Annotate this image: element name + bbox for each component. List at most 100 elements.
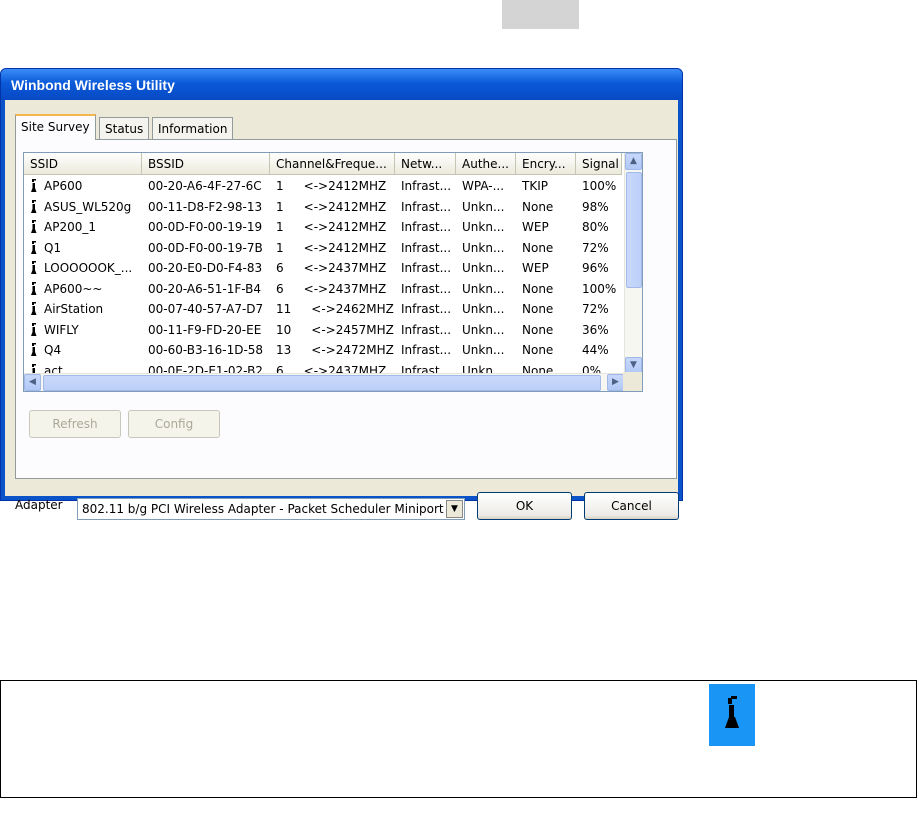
ssid-cell: AP200_1 [24, 220, 142, 234]
bssid-cell: 00-11-D8-F2-98-13 [148, 199, 263, 214]
vertical-scrollbar[interactable]: ▲ ▼ [624, 153, 642, 374]
winbond-utility-window: Winbond Wireless Utility Site Survey Sta… [0, 68, 683, 520]
chevron-down-icon[interactable]: ▼ [446, 500, 463, 518]
channel-value: 1 [276, 199, 284, 214]
scroll-right-button[interactable]: ▶ [607, 374, 624, 391]
title-bar[interactable]: Winbond Wireless Utility [1, 69, 682, 100]
column-header-network[interactable]: Netw... [395, 153, 456, 175]
config-button[interactable]: Config [128, 410, 220, 438]
note-box [0, 680, 917, 798]
encryption-cell: TKIP [522, 179, 548, 194]
list-item[interactable]: AP600 00-20-A6-4F-27-6C 1 <->2412MHZ Infrast… [24, 176, 622, 197]
network-cell: Infrast... [401, 322, 452, 337]
list-item[interactable]: act 00-0E-2D-E1-02-B2 6 <->2437MHZ Infrast..… [24, 361, 622, 374]
encryption-cell: None [522, 199, 554, 214]
channel-value: 13 [276, 343, 292, 358]
ssid-value: Q1 [44, 240, 62, 255]
signal-cell: 80% [582, 220, 609, 235]
access-point-icon [29, 302, 39, 316]
channel-value: 1 [276, 220, 284, 235]
vertical-scroll-thumb[interactable] [626, 172, 642, 288]
list-item[interactable]: ASUS_WL520g 00-11-D8-F2-98-13 1 <->2412MHZ I… [24, 197, 622, 218]
column-header-channel[interactable]: Channel&Freque... [270, 153, 395, 175]
channel-value: 1 [276, 179, 284, 194]
ssid-cell: AP600 [24, 179, 142, 193]
auth-cell: Unkn... [462, 261, 505, 276]
column-header-ssid[interactable]: SSID [24, 153, 142, 175]
list-item[interactable]: WIFLY 00-11-F9-FD-20-EE 10 <->2457MHZ Infras… [24, 320, 622, 341]
bssid-cell: 00-20-A6-51-1F-B4 [148, 281, 262, 296]
bssid-cell: 00-60-B3-16-1D-58 [148, 343, 264, 358]
network-cell: Infrast... [401, 302, 452, 317]
bssid-cell: 00-07-40-57-A7-D7 [148, 302, 264, 317]
list-item[interactable]: AirStation 00-07-40-57-A7-D7 11 <->2462MHZ I… [24, 299, 622, 320]
access-point-icon [29, 343, 39, 357]
frequency-value: <->2412MHZ [303, 240, 387, 255]
signal-cell: 44% [582, 343, 609, 358]
channel-value: 1 [276, 240, 284, 255]
tab-information[interactable]: Information [152, 117, 234, 139]
frequency-value: <->2412MHZ [303, 220, 387, 235]
scroll-left-button[interactable]: ◀ [24, 374, 41, 391]
ssid-value: Q4 [44, 343, 62, 358]
scroll-corner [623, 372, 642, 391]
scroll-up-button[interactable]: ▲ [625, 153, 642, 170]
channel-cell: 1 <->2412MHZ [270, 241, 395, 255]
auth-cell: Unkn... [462, 302, 505, 317]
cancel-button[interactable]: Cancel [584, 492, 679, 520]
encryption-cell: None [522, 302, 554, 317]
window-title: Winbond Wireless Utility [11, 77, 175, 93]
column-header-encryption[interactable]: Encry... [516, 153, 576, 175]
column-header-signal[interactable]: Signal [576, 153, 622, 175]
signal-cell: 72% [582, 240, 609, 255]
list-item[interactable]: AP200_1 00-0D-F0-00-19-19 1 <->2412MHZ Infra… [24, 217, 622, 238]
horizontal-scrollbar[interactable]: ◀ ▶ [24, 373, 624, 391]
adapter-label: Adapter [15, 498, 63, 512]
access-point-icon [29, 240, 39, 255]
list-item[interactable]: LOOOOOOK_... 00-20-E0-D0-F4-83 6 <->2437MHZ… [24, 258, 622, 279]
auth-cell: Unkn... [462, 240, 505, 255]
site-list[interactable]: SSID BSSID Channel&Freque... Netw... Aut… [23, 152, 643, 392]
network-cell: Infrast... [401, 179, 452, 194]
network-cell: Infrast... [401, 261, 452, 276]
frequency-value: <->2437MHZ [303, 281, 387, 296]
ssid-cell: LOOOOOOK_... [24, 261, 142, 275]
refresh-button[interactable]: Refresh [29, 410, 121, 438]
encryption-cell: None [522, 322, 554, 337]
list-item[interactable]: AP600~~ 00-20-A6-51-1F-B4 6 <->2437MHZ Infra… [24, 279, 622, 300]
network-cell: Infrast... [401, 220, 452, 235]
ssid-value: AP200_1 [44, 220, 96, 235]
auth-cell: Unkn... [462, 199, 505, 214]
channel-value: 11 [276, 302, 292, 317]
channel-cell: 6 <->2437MHZ [270, 282, 395, 296]
network-cell: Infrast... [401, 281, 452, 296]
channel-cell: 11 <->2462MHZ [270, 302, 395, 316]
list-item[interactable]: Q1 00-0D-F0-00-19-7B 1 <->2412MHZ Infrast...… [24, 238, 622, 259]
tab-status[interactable]: Status [99, 117, 150, 139]
ok-button[interactable]: OK [477, 492, 572, 520]
network-cell: Infrast... [401, 240, 452, 255]
horizontal-scroll-thumb[interactable] [43, 375, 601, 391]
channel-value: 10 [276, 322, 292, 337]
frequency-value: <->2437MHZ [303, 261, 387, 276]
bssid-cell: 00-20-E0-D0-F4-83 [148, 261, 263, 276]
list-item[interactable]: Q4 00-60-B3-16-1D-58 13 <->2472MHZ Infrast..… [24, 340, 622, 361]
access-point-icon [29, 261, 39, 275]
adapter-select[interactable]: 802.11 b/g PCI Wireless Adapter - Packet… [77, 498, 465, 520]
signal-cell: 98% [582, 199, 609, 214]
channel-cell: 1 <->2412MHZ [270, 179, 395, 193]
window-client: Site Survey Status Information SSID BSSI… [5, 100, 679, 520]
ssid-cell: Q1 [24, 240, 142, 255]
encryption-cell: WEP [522, 220, 549, 235]
signal-cell: 100% [582, 281, 617, 296]
auth-cell: Unkn... [462, 343, 505, 358]
channel-cell: 10 <->2457MHZ [270, 323, 395, 337]
column-header-auth[interactable]: Authe... [456, 153, 516, 175]
signal-cell: 36% [582, 322, 609, 337]
bssid-cell: 00-0D-F0-00-19-19 [148, 220, 263, 235]
column-header-bssid[interactable]: BSSID [142, 153, 270, 175]
network-cell: Infrast... [401, 343, 452, 358]
tab-site-survey[interactable]: Site Survey [15, 114, 96, 140]
ssid-value: AirStation [44, 302, 104, 317]
bssid-cell: 00-0D-F0-00-19-7B [148, 240, 263, 255]
